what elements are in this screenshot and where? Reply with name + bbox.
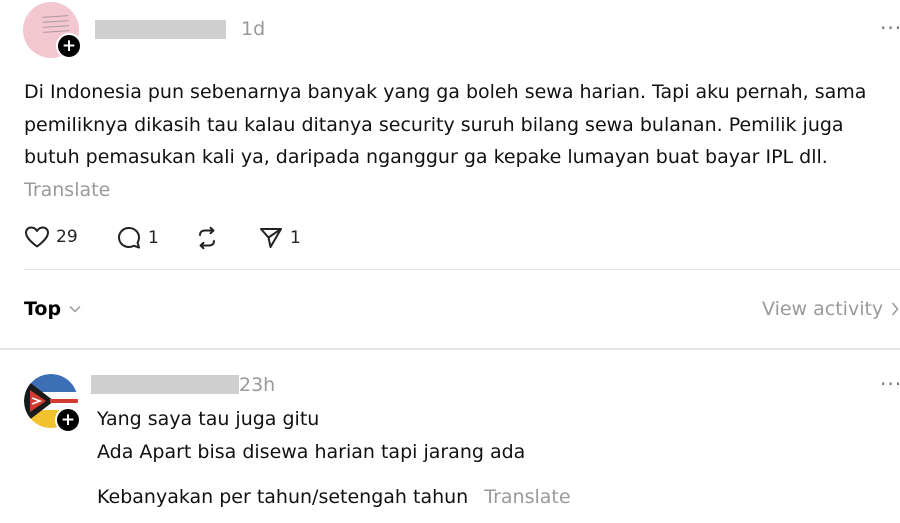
reply-count: 1 bbox=[148, 228, 159, 248]
view-activity-label: View activity bbox=[762, 298, 884, 320]
repost-icon bbox=[199, 226, 215, 250]
sort-label: Top bbox=[24, 298, 62, 320]
follow-plus-icon[interactable]: + bbox=[55, 407, 81, 433]
view-activity-link[interactable]: View activity bbox=[762, 298, 899, 320]
reply-text-line: Yang saya tau juga gitu bbox=[97, 408, 320, 430]
sort-dropdown[interactable]: Top bbox=[24, 298, 81, 320]
translate-link[interactable]: Translate bbox=[484, 486, 570, 508]
reply-timestamp: 23h bbox=[239, 374, 276, 396]
section-divider bbox=[0, 348, 900, 350]
reply-text-line: Ada Apart bisa disewa harian tapi jarang… bbox=[97, 441, 526, 463]
share-count: 1 bbox=[290, 228, 301, 248]
more-options-icon[interactable]: ··· bbox=[880, 16, 900, 40]
post-text: Di Indonesia pun sebenarnya banyak yang … bbox=[24, 81, 867, 168]
author-name-redacted bbox=[95, 20, 226, 39]
repost-button[interactable] bbox=[194, 225, 220, 251]
like-count: 29 bbox=[56, 227, 78, 247]
heart-icon bbox=[25, 226, 49, 248]
chevron-down-icon bbox=[69, 305, 81, 313]
reply-author-name-redacted bbox=[91, 375, 239, 394]
post-body: Di Indonesia pun sebenarnya banyak yang … bbox=[24, 76, 884, 206]
reply-button[interactable]: 1 bbox=[116, 225, 159, 251]
reply-text-line: Kebanyakan per tahun/setengah tahun Tran… bbox=[97, 486, 571, 508]
more-options-icon[interactable]: ··· bbox=[880, 372, 900, 396]
follow-plus-icon[interactable]: + bbox=[56, 33, 82, 59]
post-timestamp: 1d bbox=[241, 18, 266, 40]
share-button[interactable]: 1 bbox=[258, 225, 301, 251]
reply-text: Kebanyakan per tahun/setengah tahun bbox=[97, 486, 469, 508]
comment-icon bbox=[118, 227, 140, 249]
send-icon bbox=[260, 228, 282, 248]
divider bbox=[24, 269, 900, 270]
like-button[interactable]: 29 bbox=[24, 225, 78, 249]
translate-link[interactable]: Translate bbox=[24, 179, 110, 201]
chevron-right-icon bbox=[892, 302, 899, 316]
